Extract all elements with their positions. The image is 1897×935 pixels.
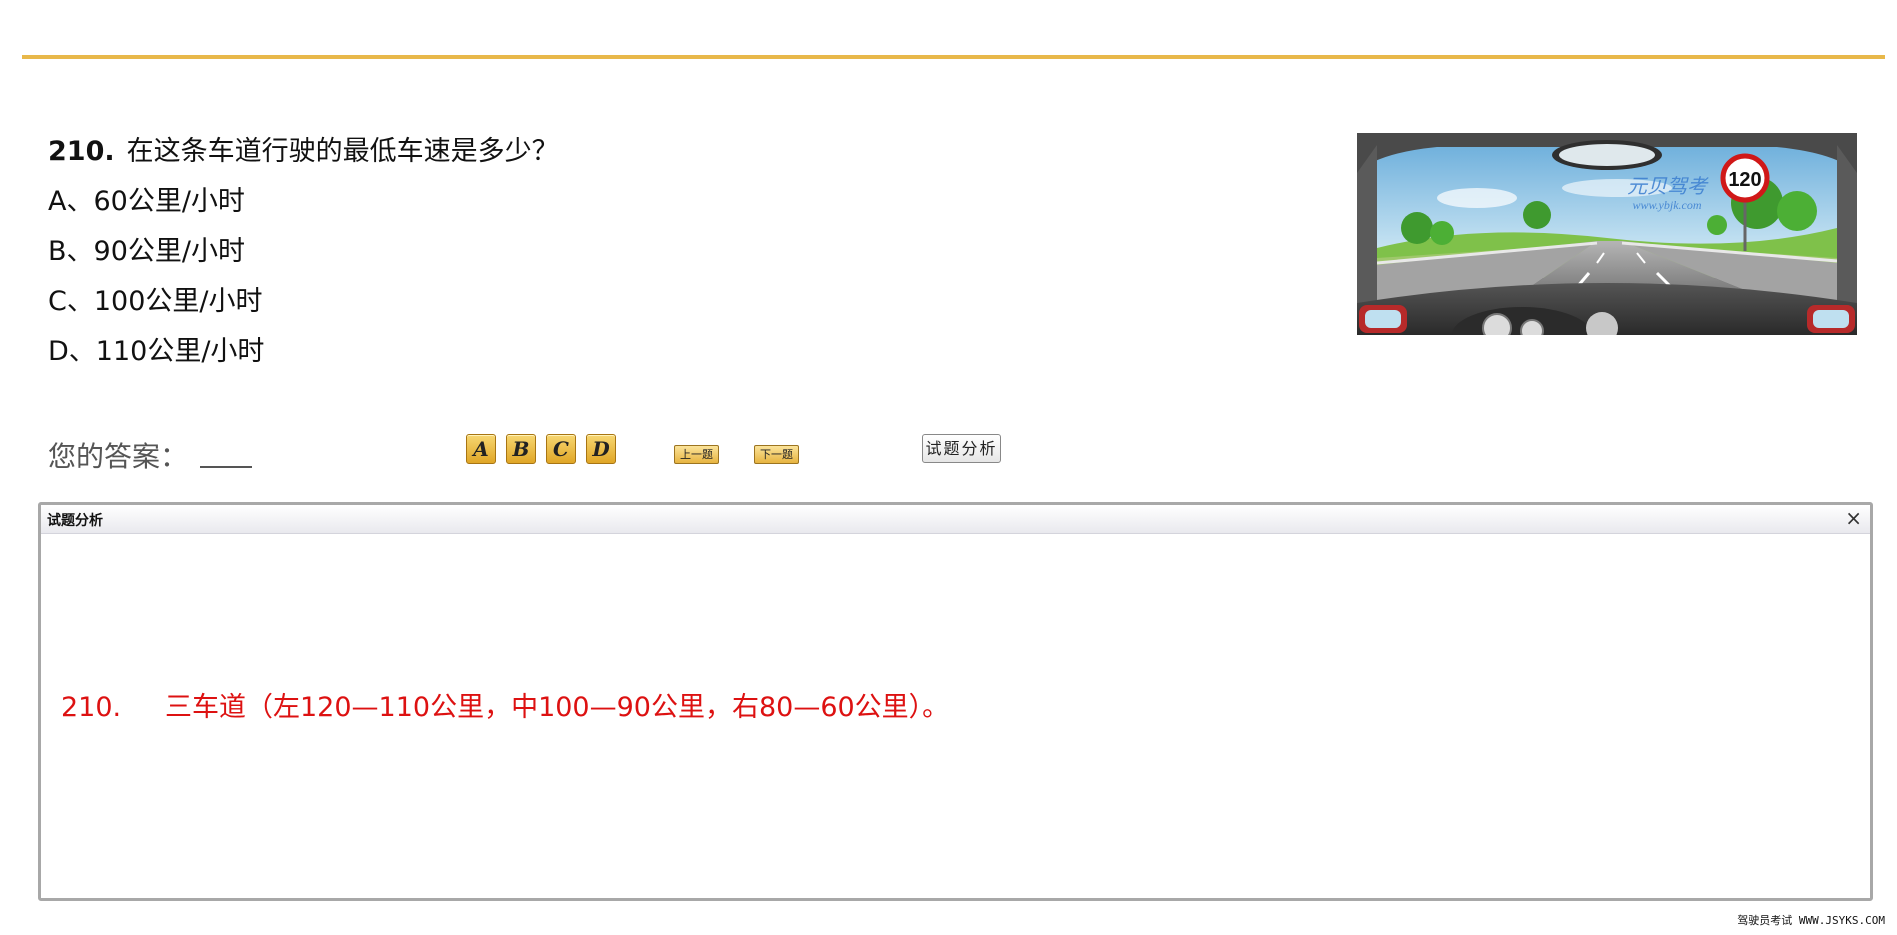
footer-credit: 驾驶员考试 WWW.JSYKS.COM [1737,914,1885,927]
your-answer-label: 您的答案： [48,440,189,473]
watermark-url: www.ybjk.com [1632,198,1701,212]
speed-sign-value: 120 [1728,169,1761,191]
question-block: 210. 在这条车道行驶的最低车速是多少？ A、60公里/小时 B、90公里/小时… [48,132,1248,382]
analysis-content: 三车道（左120—110公里，中100—90公里，右80—60公里）。 [165,692,950,723]
analysis-panel-title: 试题分析 [47,513,103,529]
answer-a-button[interactable]: A [466,434,496,464]
close-icon[interactable]: × [1845,506,1862,530]
option-d: D、110公里/小时 [48,336,265,367]
answer-c-button[interactable]: C [546,434,576,464]
answer-blank [200,466,252,468]
question-number: 210. [48,136,115,167]
option-a: A、60公里/小时 [48,186,245,217]
analysis-number: 210. [61,692,122,723]
question-image: 120 元贝驾考 www.ybjk.com [1357,133,1857,335]
question-title: 210. 在这条车道行驶的最低车速是多少？ [48,132,1248,172]
windshield-scene: 120 元贝驾考 www.ybjk.com [1357,133,1857,335]
analysis-panel-header: 试题分析 × [41,505,1870,534]
option-c: C、100公里/小时 [48,286,263,317]
top-divider [22,55,1885,59]
analysis-panel: 试题分析 × 210. 三车道（左120—110公里，中100—90公里，右80—… [38,502,1873,901]
analysis-button[interactable]: 试题分析 [922,434,1001,463]
question-text: 在这条车道行驶的最低车速是多少？ [126,136,559,167]
answer-d-button[interactable]: D [586,434,616,464]
answer-b-button[interactable]: B [506,434,536,464]
option-b: B、90公里/小时 [48,236,245,267]
next-question-button[interactable]: 下一题 [754,445,799,464]
prev-question-button[interactable]: 上一题 [674,445,719,464]
analysis-text: 210. 三车道（左120—110公里，中100—90公里，右80—60公里）。 [61,685,949,724]
watermark-title: 元贝驾考 [1627,176,1709,198]
